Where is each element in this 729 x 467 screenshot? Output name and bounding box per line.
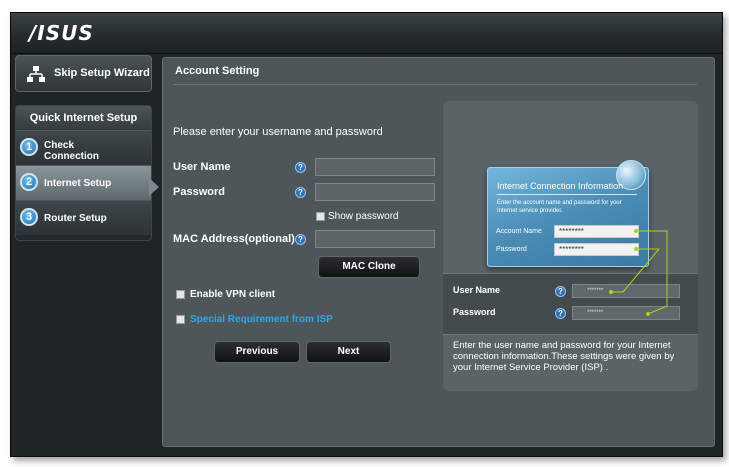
show-password-checkbox[interactable] [316,212,325,221]
step-number-1: 1 [20,138,38,156]
password-help-icon[interactable]: ? [295,187,306,198]
asus-logo: /ISUS [29,21,94,45]
router-setup-window: /ISUS Skip Setup Wizard Quick Internet S… [10,12,723,457]
step-1-line1: Check [44,140,75,151]
active-step-pointer [149,178,159,196]
step-number-3: 3 [20,208,38,226]
page-title: Account Setting [175,65,260,77]
step-check-connection-label: Check Connection [44,140,99,162]
help-illustration: Internet Connection Information Enter th… [443,101,698,391]
enable-vpn-checkbox[interactable] [176,290,185,299]
skip-setup-wizard-button[interactable]: Skip Setup Wizard [15,55,152,92]
connector-dot [634,247,638,251]
mac-help-icon[interactable]: ? [295,234,306,245]
isp-requirement-checkbox[interactable] [176,315,185,324]
username-label: User Name [173,161,231,173]
show-password-label: Show password [328,211,399,222]
enable-vpn-label: Enable VPN client [190,289,276,300]
connector-dot [609,290,613,294]
mac-address-input[interactable] [315,230,435,248]
quick-internet-setup-title: Quick Internet Setup [16,106,151,131]
password-label: Password [173,186,225,198]
help-note: Enter the user name and password for you… [453,340,675,373]
step-internet-setup-label: Internet Setup [44,178,112,189]
connector-lines [609,229,668,316]
step-router-setup-label: Router Setup [44,213,107,224]
account-setting-panel: Account Setting Please enter your userna… [162,57,715,447]
password-input[interactable] [315,183,435,201]
quick-internet-setup-panel: Quick Internet Setup 1 Check Connection … [15,105,152,241]
title-divider [173,84,697,85]
mac-address-label: MAC Address(optional) [173,233,295,245]
connector-password-to-username [611,248,661,293]
step-check-connection[interactable]: 1 Check Connection [16,130,151,165]
username-help-icon[interactable]: ? [295,162,306,173]
step-router-setup[interactable]: 3 Router Setup [16,200,151,235]
network-icon [27,66,45,82]
username-input[interactable] [315,158,435,176]
mac-clone-button[interactable]: MAC Clone [318,256,420,278]
step-number-2: 2 [20,173,38,191]
instruction-text: Please enter your username and password [173,126,383,138]
previous-button[interactable]: Previous [214,341,300,363]
isp-requirement-link[interactable]: Special Requirement from ISP [190,314,333,325]
next-button[interactable]: Next [306,341,391,363]
connector-dot [646,312,650,316]
step-1-line2: Connection [44,151,99,162]
connector-dot [634,229,638,233]
step-internet-setup[interactable]: 2 Internet Setup [16,165,151,200]
top-bar: /ISUS [11,13,722,54]
skip-setup-wizard-label: Skip Setup Wizard [54,67,150,79]
connector-account-to-password [636,230,668,315]
